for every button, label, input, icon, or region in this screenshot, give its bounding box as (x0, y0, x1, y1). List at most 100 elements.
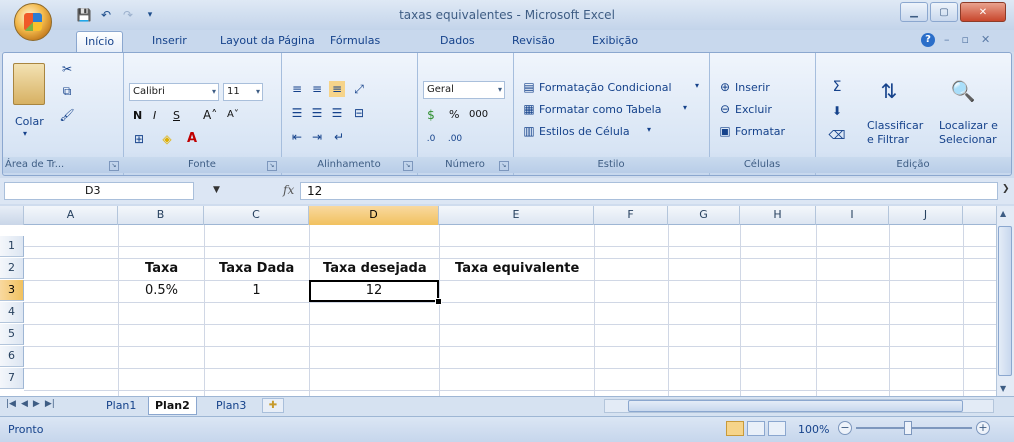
sort-filter-label-2[interactable]: e Filtrar (867, 133, 909, 146)
decrease-indent-icon[interactable]: ⇤ (289, 129, 305, 145)
normal-view-icon[interactable] (726, 421, 744, 436)
conditional-formatting-dropdown-icon[interactable]: ▾ (695, 81, 699, 90)
row-header-1[interactable]: 1 (0, 236, 24, 257)
cell-styles-button[interactable]: Estilos de Célula (539, 125, 630, 138)
row-header-4[interactable]: 4 (0, 302, 24, 323)
increase-decimal-icon[interactable]: .0 (423, 131, 439, 147)
align-left-icon[interactable]: ☰ (289, 105, 305, 121)
help-icon[interactable]: ? (921, 33, 935, 47)
number-format-dropdown[interactable]: Geral ▾ (423, 81, 505, 99)
name-box[interactable]: D3 (4, 182, 194, 200)
paste-dropdown-icon[interactable]: ▾ (23, 129, 27, 138)
format-painter-icon[interactable]: 🖌 (59, 107, 75, 123)
comma-style-button[interactable]: 000 (469, 109, 488, 120)
row-header-6[interactable]: 6 (0, 346, 24, 367)
cell-c2[interactable]: Taxa Dada (219, 259, 294, 280)
name-box-dropdown-icon[interactable]: ▼ (213, 185, 220, 195)
insert-function-icon[interactable]: fx (283, 183, 294, 197)
format-as-table-dropdown-icon[interactable]: ▾ (683, 103, 687, 112)
grow-font-icon[interactable]: A˄ (203, 108, 217, 122)
vertical-scroll-thumb[interactable] (998, 226, 1012, 376)
last-sheet-icon[interactable]: ▶| (45, 399, 55, 409)
column-header-h[interactable]: H (740, 206, 816, 225)
zoom-in-icon[interactable]: + (976, 421, 990, 435)
column-header-c[interactable]: C (204, 206, 309, 225)
align-top-icon[interactable]: ≡ (289, 81, 305, 97)
format-as-table-icon[interactable]: ▦ (521, 101, 537, 117)
column-header-d[interactable]: D (309, 206, 439, 225)
tab-dados[interactable]: Dados (440, 34, 475, 47)
row-header-2[interactable]: 2 (0, 258, 24, 279)
decrease-decimal-icon[interactable]: .00 (447, 131, 463, 147)
cell-styles-icon[interactable]: ▥ (521, 123, 537, 139)
fill-color-icon[interactable]: ◈ (159, 131, 175, 147)
find-select-icon[interactable]: 🔍 (949, 75, 977, 107)
scroll-up-icon[interactable]: ▲ (1000, 209, 1006, 218)
column-header-g[interactable]: G (668, 206, 740, 225)
prev-sheet-icon[interactable]: ◀ (21, 399, 28, 409)
column-header-j[interactable]: J (889, 206, 963, 225)
cell-b2[interactable]: Taxa (145, 259, 178, 280)
row-header-3[interactable]: 3 (0, 280, 24, 301)
scroll-down-icon[interactable]: ▼ (1000, 384, 1006, 393)
underline-button[interactable]: S (173, 109, 180, 122)
next-sheet-icon[interactable]: ▶ (33, 399, 40, 409)
conditional-formatting-icon[interactable]: ▤ (521, 79, 537, 95)
merge-center-icon[interactable]: ⊟ (351, 105, 367, 121)
fill-handle[interactable] (435, 298, 442, 305)
clear-icon[interactable]: ⌫ (829, 127, 846, 143)
autosum-icon[interactable]: Σ (829, 79, 845, 95)
percent-style-button[interactable]: % (449, 108, 459, 121)
font-size-dropdown[interactable]: 11 ▾ (223, 83, 263, 101)
delete-cells-icon[interactable]: ⊖ (717, 101, 733, 117)
cell-styles-dropdown-icon[interactable]: ▾ (647, 125, 651, 134)
orientation-icon[interactable]: ⤢ (351, 81, 367, 97)
tab-exibicao[interactable]: Exibição (592, 34, 638, 47)
format-button[interactable]: Formatar (735, 125, 785, 138)
font-launcher-icon[interactable]: ↘ (267, 161, 277, 171)
conditional-formatting-button[interactable]: Formatação Condicional (539, 81, 672, 94)
workbook-minimize-icon[interactable]: – (944, 33, 950, 46)
zoom-slider-thumb[interactable] (904, 421, 912, 435)
zoom-out-icon[interactable]: − (838, 421, 852, 435)
sort-filter-label-1[interactable]: Classificar (867, 119, 923, 132)
cell-c3[interactable]: 1 (204, 281, 309, 302)
wrap-text-icon[interactable]: ↵ (331, 129, 347, 145)
cell-d2[interactable]: Taxa desejada (323, 259, 427, 280)
tab-formulas[interactable]: Fórmulas (330, 34, 380, 47)
tab-inicio[interactable]: Início (76, 31, 124, 52)
select-all-corner[interactable] (0, 206, 24, 225)
number-launcher-icon[interactable]: ↘ (499, 161, 509, 171)
clipboard-launcher-icon[interactable]: ↘ (109, 161, 119, 171)
insert-cells-icon[interactable]: ⊕ (717, 79, 733, 95)
copy-icon[interactable]: ⧉ (59, 83, 75, 99)
tab-inserir[interactable]: Inserir (152, 34, 187, 47)
delete-button[interactable]: Excluir (735, 103, 772, 116)
page-layout-view-icon[interactable] (747, 421, 765, 436)
align-right-icon[interactable]: ☰ (329, 105, 345, 121)
column-header-e[interactable]: E (439, 206, 594, 225)
align-center-icon[interactable]: ☰ (309, 105, 325, 121)
bold-button[interactable]: N (133, 109, 142, 122)
find-select-label-1[interactable]: Localizar e (939, 119, 998, 132)
row-header-7[interactable]: 7 (0, 368, 24, 389)
shrink-font-icon[interactable]: A˅ (227, 109, 239, 120)
align-middle-icon[interactable]: ≡ (309, 81, 325, 97)
tab-revisao[interactable]: Revisão (512, 34, 555, 47)
horizontal-scroll-thumb[interactable] (628, 400, 963, 412)
zoom-slider-track[interactable] (856, 427, 972, 429)
cell-e2[interactable]: Taxa equivalente (455, 259, 579, 280)
maximize-icon[interactable]: ▢ (930, 2, 958, 22)
page-break-view-icon[interactable] (768, 421, 786, 436)
zoom-level[interactable]: 100% (798, 423, 829, 436)
cell-b3[interactable]: 0.5% (145, 281, 178, 302)
workbook-restore-icon[interactable]: ▫ (962, 33, 969, 46)
format-cells-icon[interactable]: ▣ (717, 123, 733, 139)
sheet-tab-plan3[interactable]: Plan3 (210, 397, 252, 415)
close-icon[interactable]: ✕ (960, 2, 1006, 22)
cut-icon[interactable]: ✂ (59, 61, 75, 77)
paste-label[interactable]: Colar (15, 115, 44, 128)
cell-d3-active[interactable]: 12 (309, 280, 439, 302)
office-button[interactable] (14, 3, 52, 41)
alignment-launcher-icon[interactable]: ↘ (403, 161, 413, 171)
